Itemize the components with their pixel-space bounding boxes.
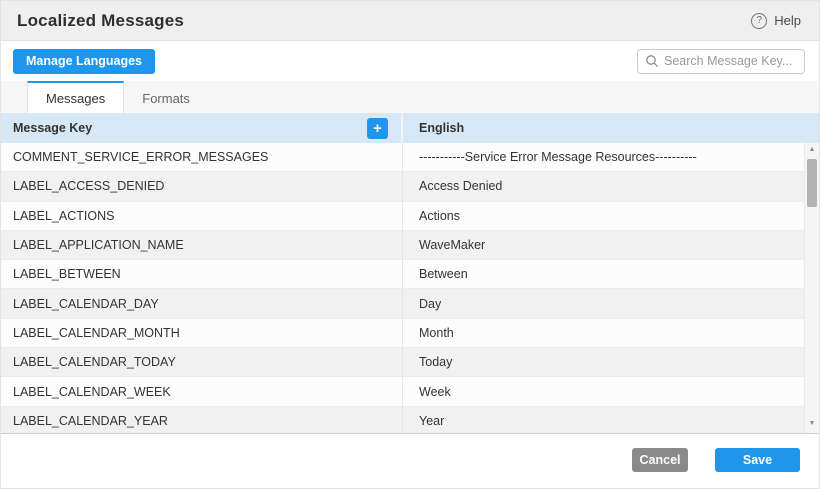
english-value-cell[interactable]: Year: [403, 407, 819, 434]
manage-languages-button[interactable]: Manage Languages: [13, 49, 155, 74]
message-key-cell[interactable]: LABEL_BETWEEN: [1, 260, 403, 288]
english-value-cell[interactable]: Between: [403, 260, 819, 288]
scrollbar-thumb[interactable]: [807, 159, 817, 207]
tab-messages[interactable]: Messages: [27, 81, 124, 113]
english-value-cell[interactable]: Today: [403, 348, 819, 376]
table-body: COMMENT_SERVICE_ERROR_MESSAGES----------…: [1, 143, 819, 434]
column-header-message-key: Message Key +: [1, 113, 403, 143]
table-row[interactable]: COMMENT_SERVICE_ERROR_MESSAGES----------…: [1, 143, 819, 172]
table-row[interactable]: LABEL_CALENDAR_TODAYToday: [1, 348, 819, 377]
scroll-up-icon[interactable]: ▲: [809, 143, 816, 157]
column-header-message-key-label: Message Key: [13, 121, 92, 135]
english-value-cell[interactable]: -----------Service Error Message Resourc…: [403, 143, 819, 171]
tab-formats[interactable]: Formats: [124, 81, 208, 113]
table-row[interactable]: LABEL_APPLICATION_NAMEWaveMaker: [1, 231, 819, 260]
english-value-cell[interactable]: WaveMaker: [403, 231, 819, 259]
table-row[interactable]: LABEL_ACCESS_DENIEDAccess Denied: [1, 172, 819, 201]
tab-strip: Messages Formats: [1, 81, 819, 113]
help-button[interactable]: ? Help: [751, 13, 801, 29]
localized-messages-dialog: Localized Messages ? Help Manage Languag…: [0, 0, 820, 489]
message-key-cell[interactable]: LABEL_CALENDAR_DAY: [1, 289, 403, 317]
english-value-cell[interactable]: Day: [403, 289, 819, 317]
table-row[interactable]: LABEL_BETWEENBetween: [1, 260, 819, 289]
table-row[interactable]: LABEL_CALENDAR_DAYDay: [1, 289, 819, 318]
column-header-english-label: English: [419, 121, 464, 135]
scroll-down-icon[interactable]: ▼: [809, 417, 816, 431]
message-key-cell[interactable]: LABEL_ACCESS_DENIED: [1, 172, 403, 200]
help-icon: ?: [751, 13, 767, 29]
footer: Cancel Save: [1, 434, 819, 489]
table-row[interactable]: LABEL_CALENDAR_MONTHMonth: [1, 319, 819, 348]
message-key-cell[interactable]: COMMENT_SERVICE_ERROR_MESSAGES: [1, 143, 403, 171]
message-key-cell[interactable]: LABEL_APPLICATION_NAME: [1, 231, 403, 259]
message-key-cell[interactable]: LABEL_ACTIONS: [1, 202, 403, 230]
table-row[interactable]: LABEL_CALENDAR_WEEKWeek: [1, 377, 819, 406]
table-header: Message Key + English: [1, 113, 819, 143]
english-value-cell[interactable]: Month: [403, 319, 819, 347]
message-key-cell[interactable]: LABEL_CALENDAR_MONTH: [1, 319, 403, 347]
message-key-cell[interactable]: LABEL_CALENDAR_TODAY: [1, 348, 403, 376]
message-key-cell[interactable]: LABEL_CALENDAR_YEAR: [1, 407, 403, 434]
column-header-english: English: [403, 113, 819, 143]
help-label: Help: [774, 13, 801, 28]
search-input[interactable]: [637, 49, 805, 74]
vertical-scrollbar[interactable]: ▲ ▼: [804, 143, 819, 433]
message-key-cell[interactable]: LABEL_CALENDAR_WEEK: [1, 377, 403, 405]
add-message-key-button[interactable]: +: [367, 118, 388, 139]
english-value-cell[interactable]: Access Denied: [403, 172, 819, 200]
english-value-cell[interactable]: Actions: [403, 202, 819, 230]
page-title: Localized Messages: [17, 11, 184, 31]
table-row[interactable]: LABEL_ACTIONSActions: [1, 202, 819, 231]
save-button[interactable]: Save: [715, 448, 800, 472]
search-box: [637, 49, 805, 74]
toolbar: Manage Languages: [1, 41, 819, 81]
table-row[interactable]: LABEL_CALENDAR_YEARYear: [1, 407, 819, 434]
english-value-cell[interactable]: Week: [403, 377, 819, 405]
cancel-button[interactable]: Cancel: [632, 448, 688, 472]
title-bar: Localized Messages ? Help: [1, 1, 819, 41]
